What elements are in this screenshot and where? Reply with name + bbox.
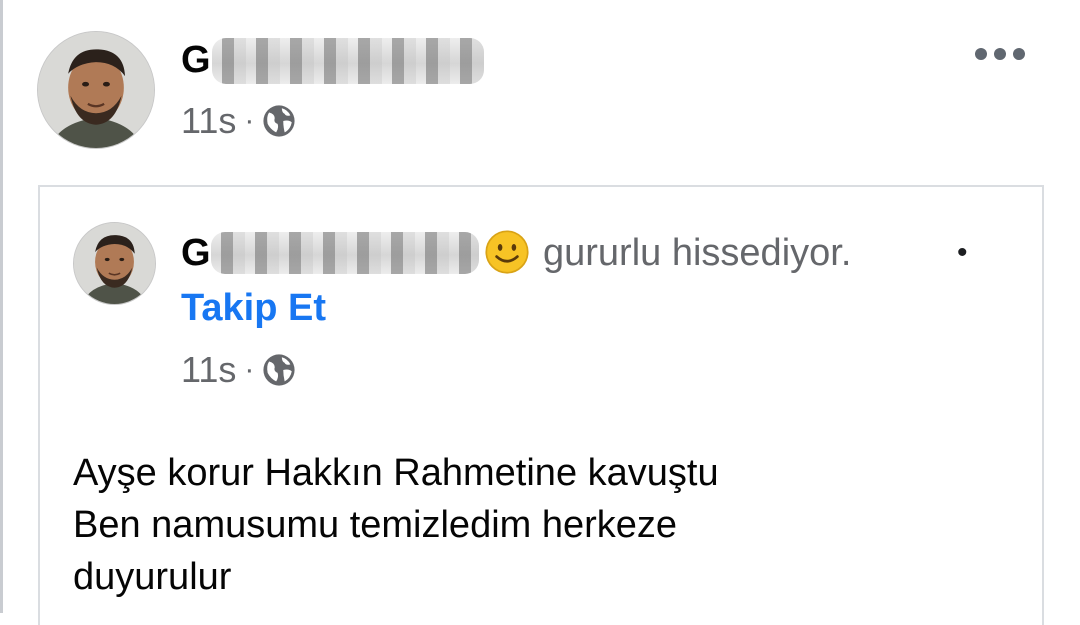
post-text-line: Ben namusumu temizledim herkeze — [73, 504, 678, 546]
meta-separator: · — [244, 353, 255, 386]
more-dot — [1013, 48, 1025, 60]
meta-separator: · — [244, 104, 255, 137]
post-text-line: duyurulur — [73, 556, 232, 598]
redacted-name-blur — [212, 38, 484, 84]
avatar-photo — [74, 223, 155, 304]
shared-author-avatar[interactable] — [73, 222, 156, 305]
feeling-text: gururlu hissediyor. — [543, 232, 852, 274]
left-border — [0, 0, 3, 613]
globe-icon[interactable] — [262, 353, 296, 387]
more-dot — [994, 48, 1006, 60]
shared-post-meta: 11s · — [181, 348, 296, 392]
post-timestamp[interactable]: 11s — [181, 99, 236, 143]
post-text-line: Ayşe korur Hakkın Rahmetine kavuştu — [73, 452, 719, 494]
follow-link[interactable]: Takip Et — [181, 285, 326, 331]
more-horizontal-icon[interactable] — [975, 44, 1025, 64]
shared-post-timestamp[interactable]: 11s — [181, 348, 236, 392]
post-meta: 11s · — [181, 99, 296, 143]
avatar-photo — [38, 32, 154, 148]
shared-author-name[interactable]: G — [181, 230, 211, 276]
header-bullet: • — [957, 236, 968, 269]
more-dot — [975, 48, 987, 60]
globe-icon[interactable] — [262, 104, 296, 138]
author-avatar[interactable] — [37, 31, 155, 149]
post-body-text: Ayşe korur Hakkın Rahmetine kavuştu Ben … — [73, 447, 719, 603]
smiling-face-icon — [485, 230, 529, 274]
author-name[interactable]: G — [181, 37, 211, 83]
redacted-name-blur — [211, 232, 479, 274]
